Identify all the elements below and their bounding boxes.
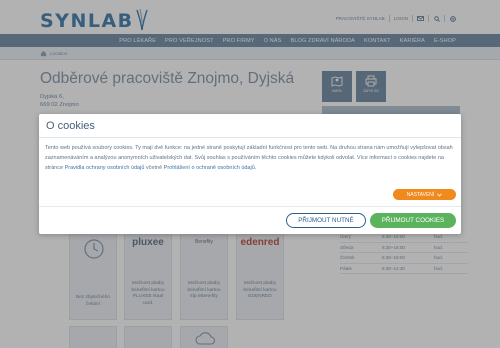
cookie-dialog: O cookies Tento web používá soubory cook… [39,114,461,234]
accept-all-cookies-button[interactable]: PŘIJMOUT COOKIES [370,213,456,228]
dialog-header: O cookies [39,114,461,138]
settings-button[interactable]: NASTAVENÍ [393,189,456,200]
privacy-rules-link[interactable]: Pravidla ochrany osobních údajů [65,165,145,171]
accept-necessary-button[interactable]: PŘIJMOUT NUTNÉ [286,213,366,228]
chevron-down-icon [437,193,443,197]
dialog-title: O cookies [46,120,95,132]
dialog-divider [39,206,461,207]
privacy-statement-link[interactable]: Prohlášení o ochraně osobních údajů [164,165,255,171]
dialog-text: Tento web používá soubory cookies. Ty ma… [45,145,453,171]
settings-label: NASTAVENÍ [406,191,435,198]
